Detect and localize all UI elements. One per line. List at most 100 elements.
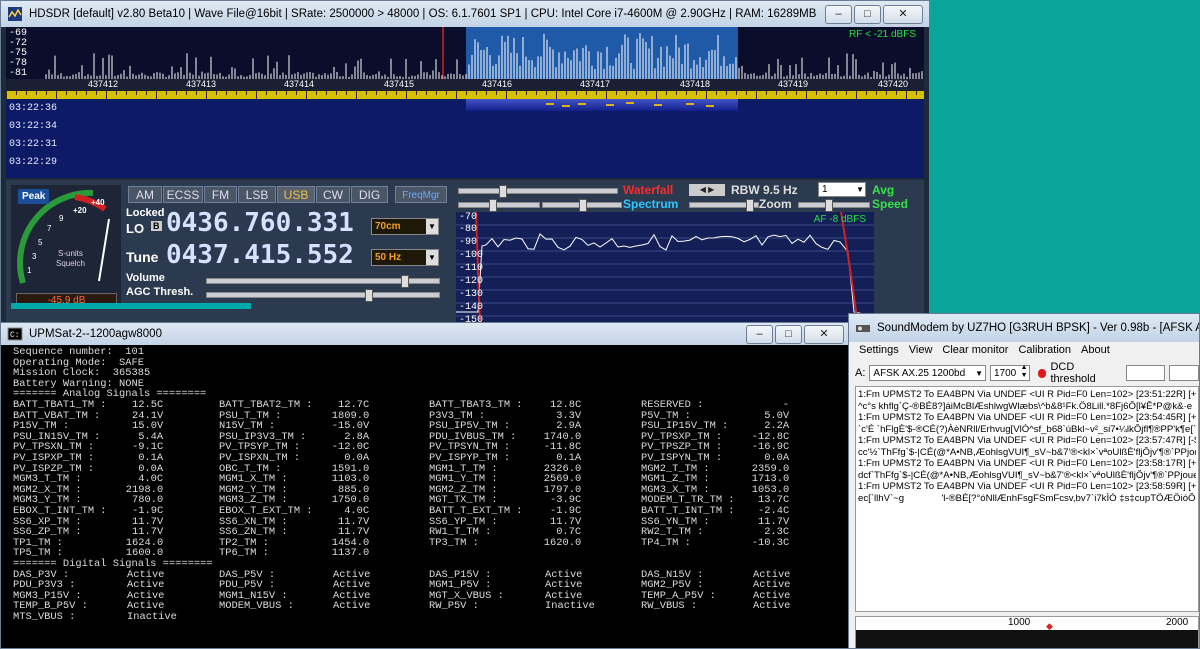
zoom-arrows[interactable]: ◀ ▶ [689, 184, 725, 196]
af-db-label: -100 [459, 250, 484, 261]
freq-tick-label: 437418 [680, 79, 711, 89]
maximize-button[interactable]: □ [775, 324, 802, 344]
signal-name: TP6_TM : [219, 547, 269, 560]
signal-value: 0.1A [138, 452, 164, 464]
upmsat-titlebar[interactable]: C: UPMSat-2--1200agw8000 – □ ✕ [1, 323, 850, 345]
rf-spectrum-plot [45, 27, 923, 79]
hdsdr-titlebar[interactable]: HDSDR [default] v2.80 Beta10 | Wave File… [1, 1, 929, 27]
s-meter-tick: 1 [27, 266, 32, 275]
hdsdr-app-icon [7, 6, 23, 22]
signal-value: -1.9C [550, 505, 582, 517]
menu-clear-monitor[interactable]: Clear monitor [942, 342, 1008, 359]
svg-text:C:: C: [10, 331, 20, 340]
volume-slider-thumb[interactable] [401, 275, 409, 288]
mode-fm-button[interactable]: FM [204, 186, 237, 203]
af-db-label: -120 [459, 276, 484, 287]
mode-am-button[interactable]: AM [128, 186, 162, 203]
upmsat-console-window: C: UPMSat-2--1200agw8000 – □ ✕ Sequence … [0, 322, 851, 649]
chevron-down-icon: ▼ [856, 185, 864, 194]
lo-frequency[interactable]: 0436.760.331 [166, 208, 354, 238]
spectrum-slider-1[interactable] [458, 199, 540, 212]
spectrum-slider-2[interactable] [542, 199, 622, 212]
avg-value: 1 [822, 184, 828, 195]
menu-settings[interactable]: Settings [859, 342, 899, 359]
avg-label: Avg [872, 183, 895, 197]
dcd-indicator-icon [1037, 368, 1047, 378]
mode-usb-button[interactable]: USB [277, 186, 315, 203]
s-meter-label: S-units Squelch [56, 249, 85, 268]
signal-value: Inactive [127, 611, 177, 623]
soundmodem-titlebar[interactable]: SoundModem by UZ7HO [G3RUH BPSK] - Ver 0… [849, 314, 1199, 342]
slider-thumb[interactable] [499, 185, 507, 198]
console-output[interactable]: Sequence number: 101 Operating Mode: SAFE… [13, 347, 846, 648]
tune-frequency[interactable]: 0437.415.552 [166, 240, 354, 270]
freqmgr-button[interactable]: FreqMgr [395, 186, 447, 203]
step-select[interactable]: 50 Hz ▼ [371, 249, 439, 266]
slider-thumb[interactable] [746, 199, 754, 212]
freq-tick-label: 437419 [778, 79, 809, 89]
frequency-scale[interactable]: 437412 437413 437414 437415 437416 43741… [6, 79, 924, 91]
signal-value: 0.0A [764, 452, 790, 464]
waterfall-time: 03:22:36 [9, 103, 58, 114]
signal-name: MODEM_VBUS : [219, 600, 294, 613]
signal-value: -2.4C [758, 505, 790, 517]
signal-name: MTS_VBUS : [13, 611, 76, 623]
rf-spectrum[interactable]: -69 -72 -75 -78 -81 RF < -21 dBFS [6, 27, 924, 79]
slider-thumb[interactable] [579, 199, 587, 212]
close-button[interactable]: ✕ [804, 324, 844, 344]
menu-calibration[interactable]: Calibration [1018, 342, 1071, 359]
signal-value: Inactive [545, 600, 595, 613]
slider-thumb[interactable] [489, 199, 497, 212]
agc-slider-thumb[interactable] [365, 289, 373, 302]
af-spectrum-plot [456, 212, 874, 324]
af-spectrum[interactable]: -70 -80 -90 -100 -110 -120 -130 -140 -15… [456, 212, 874, 324]
mode-ecss-button[interactable]: ECSS [163, 186, 203, 203]
console-icon: C: [7, 326, 23, 342]
agc-slider[interactable] [206, 289, 440, 302]
waterfall-display[interactable]: 03:22:36 03:22:34 03:22:31 03:22:29 [6, 99, 924, 178]
waterfall-time: 03:22:31 [9, 139, 58, 150]
monitor-log[interactable]: 1:Fm UPMST2 To EA4BPN Via UNDEF <UI R Pi… [855, 386, 1199, 612]
signal-value: -10.3C [751, 536, 790, 549]
hdsdr-title: HDSDR [default] v2.80 Beta10 | Wave File… [29, 8, 817, 20]
af-db-label: -140 [459, 302, 484, 313]
peak-button[interactable]: Peak [18, 189, 50, 204]
signal-value: -1.9C [132, 505, 164, 517]
signal-name: BATT_TBAT1_TM : [13, 399, 107, 411]
band-select[interactable]: 70cm ▼ [371, 218, 439, 235]
lo-b-button[interactable]: B [151, 221, 162, 231]
menu-view[interactable]: View [909, 342, 933, 359]
waterfall-time: 03:22:29 [9, 157, 58, 168]
signal-name: BATT_T_INT_TM : [641, 505, 735, 517]
maximize-button[interactable]: □ [854, 4, 881, 24]
zoom-slider-2[interactable] [798, 199, 870, 212]
speed-label: Speed [872, 197, 909, 211]
close-button[interactable]: ✕ [883, 4, 923, 24]
dcd-threshold-slider[interactable] [1125, 365, 1166, 381]
dcd-threshold-value[interactable] [1169, 365, 1199, 381]
minimize-button[interactable]: – [746, 324, 773, 344]
minimize-button[interactable]: – [825, 4, 852, 24]
modem-select[interactable]: AFSK AX.25 1200bd ▼ [869, 365, 986, 381]
frequency-marker-bar[interactable] [6, 91, 924, 99]
rf-level-readout: RF < -21 dBFS [849, 29, 916, 40]
center-frequency-value: 1700 [994, 368, 1017, 379]
waterfall-time: 03:22:34 [9, 121, 58, 132]
mode-cw-button[interactable]: CW [316, 186, 350, 203]
log-line: ^c°s khflg`Ç-®BÉ8?]áiMcBlÆshlwgWlæbs\^b&… [858, 400, 1193, 412]
volume-label: Volume [126, 272, 165, 284]
avg-select[interactable]: 1 ▼ [818, 182, 866, 197]
slider-thumb[interactable] [825, 199, 833, 212]
center-frequency-spinner[interactable]: 1700 ▲ ▼ [990, 364, 1030, 381]
upmsat-title: UPMSat-2--1200agw8000 [29, 328, 162, 340]
soundmodem-waterfall[interactable]: 1000 2000 ◆ [855, 616, 1199, 648]
signal-name: BATT_T_EXT_TM : [429, 505, 523, 517]
menu-about[interactable]: About [1081, 342, 1110, 359]
volume-slider[interactable] [206, 275, 440, 288]
signal-name: RESERVED : [641, 399, 704, 411]
mode-dig-button[interactable]: DIG [351, 186, 388, 203]
signal-value: 1137.0 [331, 547, 370, 560]
waterfall-slider-1[interactable] [458, 185, 618, 198]
mode-lsb-button[interactable]: LSB [238, 186, 276, 203]
zoom-slider-1[interactable] [689, 199, 759, 212]
